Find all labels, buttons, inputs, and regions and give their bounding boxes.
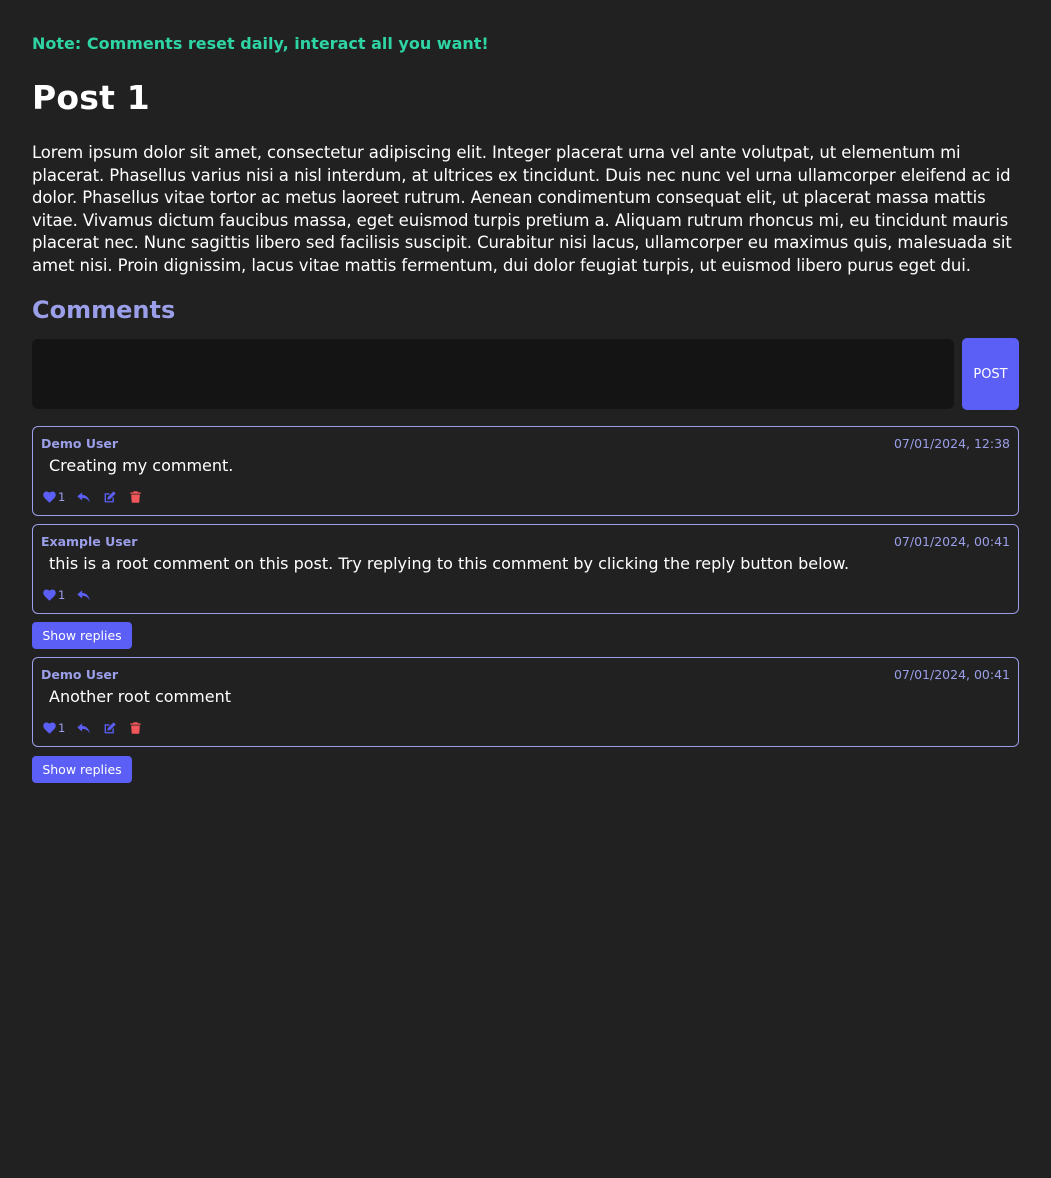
show-replies-button[interactable]: Show replies: [32, 756, 132, 783]
comments-heading: Comments: [32, 296, 176, 324]
heart-icon: [43, 589, 56, 601]
reply-icon: [77, 722, 91, 734]
like-button[interactable]: 1: [43, 490, 65, 504]
comment-actions: 1: [43, 489, 142, 505]
like-count: 1: [58, 490, 66, 504]
reply-button[interactable]: [77, 589, 91, 601]
show-replies-button[interactable]: Show replies: [32, 622, 132, 649]
trash-icon: [130, 722, 142, 734]
comment-actions: 1: [43, 587, 103, 603]
comment-text: Creating my comment.: [49, 456, 234, 475]
like-count: 1: [58, 721, 66, 735]
edit-button[interactable]: [103, 722, 117, 734]
like-button[interactable]: 1: [43, 721, 65, 735]
like-count: 1: [58, 588, 66, 602]
like-button[interactable]: 1: [43, 588, 65, 602]
edit-button[interactable]: [103, 491, 117, 503]
heart-icon: [43, 722, 56, 734]
reply-button[interactable]: [77, 491, 91, 503]
trash-icon: [130, 491, 142, 503]
edit-icon: [104, 722, 117, 734]
comment-text: Another root comment: [49, 687, 231, 706]
comment-card: Demo User 07/01/2024, 12:38 Creating my …: [32, 426, 1019, 516]
post-comment-button[interactable]: POST: [962, 338, 1019, 410]
reply-icon: [77, 491, 91, 503]
reply-button[interactable]: [77, 722, 91, 734]
comment-date: 07/01/2024, 12:38: [893, 436, 1010, 451]
comment-author: Demo User: [41, 667, 119, 682]
post-body: Lorem ipsum dolor sit amet, consectetur …: [32, 143, 1012, 275]
edit-icon: [104, 491, 117, 503]
post-title: Post 1: [32, 78, 150, 117]
delete-button[interactable]: [130, 722, 142, 734]
comment-card: Demo User 07/01/2024, 00:41 Another root…: [32, 657, 1019, 747]
delete-button[interactable]: [130, 491, 142, 503]
comment-input[interactable]: [32, 339, 954, 409]
comment-card: Example User 07/01/2024, 00:41 this is a…: [32, 524, 1019, 614]
reset-note: Note: Comments reset daily, interact all…: [32, 34, 489, 53]
comment-actions: 1: [43, 720, 142, 736]
heart-icon: [43, 491, 56, 503]
comment-text: this is a root comment on this post. Try…: [49, 554, 850, 573]
comment-author: Example User: [41, 534, 138, 549]
comment-date: 07/01/2024, 00:41: [893, 534, 1010, 549]
comment-date: 07/01/2024, 00:41: [893, 667, 1010, 682]
comment-author: Demo User: [41, 436, 119, 451]
reply-icon: [77, 589, 91, 601]
